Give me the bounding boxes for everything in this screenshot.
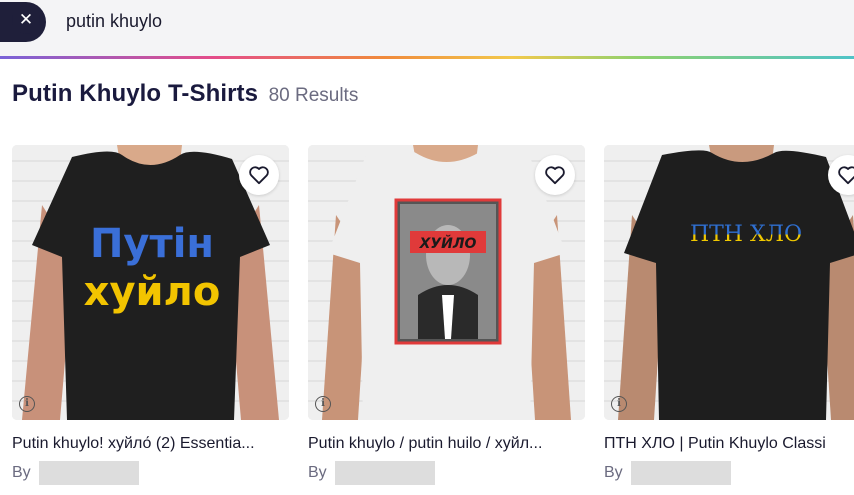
favorite-button[interactable] xyxy=(239,155,279,195)
close-icon[interactable]: ✕ xyxy=(12,6,40,34)
page-title: Putin Khuylo T-Shirts xyxy=(12,80,259,107)
info-icon[interactable]: i xyxy=(611,396,627,412)
product-title[interactable]: Putin khuylo! хуйло́ (2) Essentia... xyxy=(12,435,289,453)
search-input[interactable]: putin khuylo xyxy=(66,11,162,32)
product-card[interactable]: Путін хуйло i Putin khuylo! хуйло́ (2) E… xyxy=(12,145,289,486)
artist-name-redacted[interactable] xyxy=(38,461,139,485)
product-card[interactable]: ХУЙЛО i Putin khuylo / putin huilo / хуй… xyxy=(308,145,585,486)
results-count: 80 Results xyxy=(268,85,359,106)
search-bar: ✕ putin khuylo xyxy=(0,0,854,58)
heart-icon xyxy=(838,166,854,185)
tshirt-image: ПТН ХЛО xyxy=(618,145,854,420)
product-image[interactable]: ПТН ХЛО i xyxy=(604,145,854,420)
print-line: ХУЙЛО xyxy=(419,235,477,252)
info-icon[interactable]: i xyxy=(19,396,35,412)
accent-gradient-bar xyxy=(0,56,854,59)
print-line: Путін xyxy=(90,221,214,267)
artist-name-redacted[interactable] xyxy=(630,461,731,485)
by-label: By xyxy=(12,464,31,481)
print-line: хуйло xyxy=(84,269,221,315)
print-line: ПТН ХЛО xyxy=(690,222,802,247)
heart-icon xyxy=(545,166,565,185)
page-heading: Putin Khuylo T-Shirts 80 Results xyxy=(12,80,358,108)
artist-name-redacted[interactable] xyxy=(334,461,435,485)
by-label: By xyxy=(308,464,327,481)
product-card[interactable]: ПТН ХЛО i ПТН ХЛО | Putin Khuylo Classi … xyxy=(604,145,854,486)
product-title[interactable]: Putin khuylo / putin huilo / хуйл... xyxy=(308,435,585,453)
heart-icon xyxy=(249,166,269,185)
product-artist: By xyxy=(12,460,289,486)
by-label: By xyxy=(604,464,623,481)
product-title[interactable]: ПТН ХЛО | Putin Khuylo Classi xyxy=(604,435,854,453)
product-artist: By xyxy=(308,460,585,486)
product-artist: By xyxy=(604,460,854,486)
product-image[interactable]: ХУЙЛО i xyxy=(308,145,585,420)
product-image[interactable]: Путін хуйло i xyxy=(12,145,289,420)
favorite-button[interactable] xyxy=(535,155,575,195)
info-icon[interactable]: i xyxy=(315,396,331,412)
